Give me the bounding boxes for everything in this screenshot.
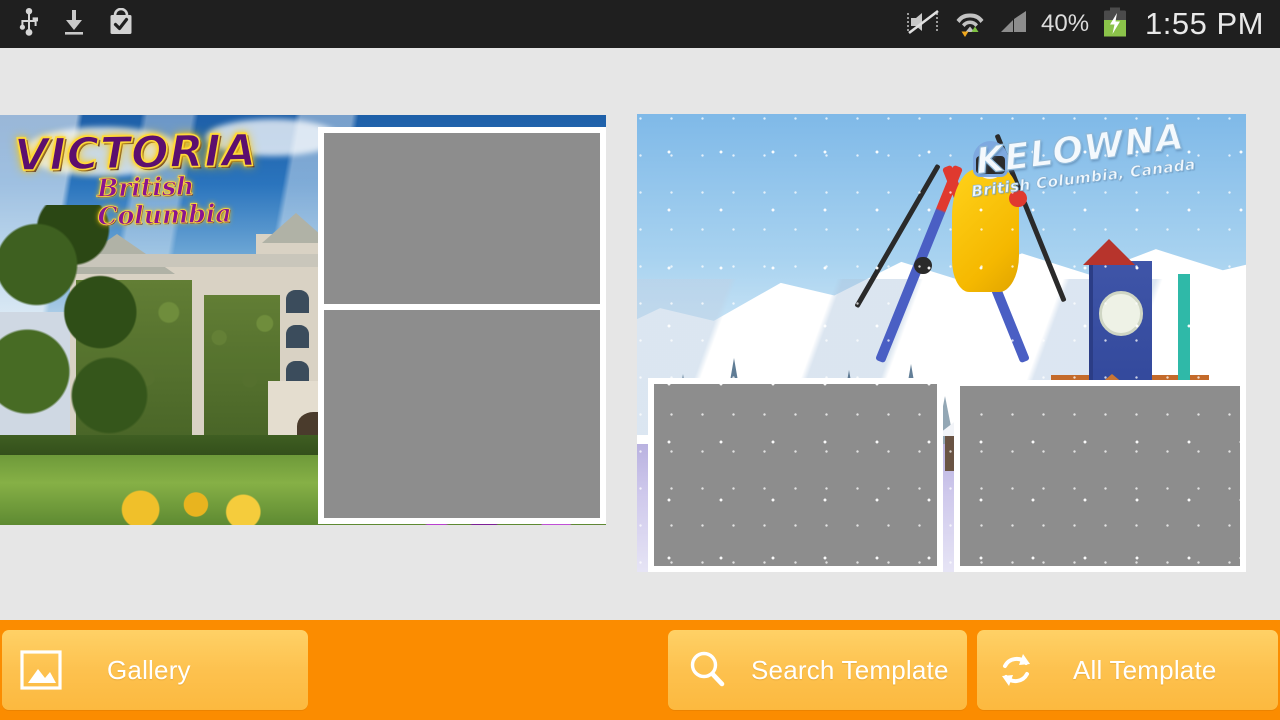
cellular-signal-icon: [999, 8, 1029, 41]
wifi-data-transfer-icon: [953, 7, 987, 42]
gallery-button-label: Gallery: [107, 654, 191, 685]
battery-charging-icon: [1101, 7, 1129, 42]
template-card-victoria[interactable]: VICTORIA British Columbia: [0, 115, 606, 525]
sound-muted-vibrate-icon: [907, 8, 941, 41]
status-bar-left-icons: [0, 7, 134, 41]
bottom-toolbar: Gallery Search Template All Template: [0, 620, 1280, 720]
template-card-kelowna[interactable]: KELOWNA British Columbia, Canada: [637, 114, 1246, 572]
yellow-flowers: [109, 479, 267, 525]
gallery-button[interactable]: Gallery: [2, 630, 308, 710]
photo-slot[interactable]: [318, 304, 606, 524]
all-template-button[interactable]: All Template: [977, 630, 1278, 710]
victoria-subtitle-text: British Columbia: [96, 171, 233, 231]
app-screen: 40% 1:55 PM VICTORIA British Columbia KE…: [0, 0, 1280, 720]
refresh-icon: [993, 647, 1039, 693]
photo-slot[interactable]: [954, 380, 1246, 572]
photo-slot[interactable]: [648, 378, 943, 572]
tree-foliage: [0, 205, 164, 443]
all-template-button-label: All Template: [1073, 654, 1217, 685]
download-icon: [62, 8, 86, 41]
status-bar-right-icons: 40% 1:55 PM: [907, 6, 1280, 42]
search-template-button[interactable]: Search Template: [668, 630, 967, 710]
photo-slot[interactable]: [318, 127, 606, 312]
usb-icon: [18, 7, 40, 41]
template-list: VICTORIA British Columbia KELOWNA Britis…: [0, 48, 1280, 620]
battery-percent-label: 40%: [1041, 10, 1090, 37]
image-icon: [19, 648, 63, 692]
tower-clock-face: [1098, 291, 1143, 336]
search-template-button-label: Search Template: [751, 654, 949, 685]
status-bar-clock: 1:55 PM: [1145, 6, 1264, 41]
app-install-complete-icon: [108, 7, 134, 41]
victoria-title-graphic: VICTORIA British Columbia: [13, 125, 331, 232]
search-icon: [685, 648, 729, 692]
status-bar: 40% 1:55 PM: [0, 0, 1280, 48]
